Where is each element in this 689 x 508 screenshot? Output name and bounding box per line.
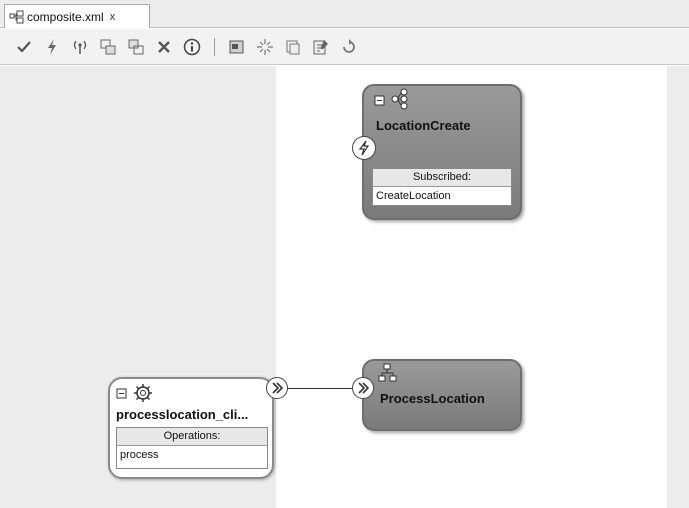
refresh-icon[interactable]	[339, 37, 359, 57]
subscribed-header: Subscribed:	[373, 169, 511, 187]
editor-tab-bar: composite.xml x	[0, 0, 689, 28]
subscribed-box: Subscribed: CreateLocation	[372, 168, 512, 206]
layout-icon[interactable]	[227, 37, 247, 57]
composite-toolbar	[0, 29, 689, 65]
process-location-title: ProcessLocation	[380, 391, 485, 406]
toolbar-separator	[214, 37, 215, 56]
event-subscription-port[interactable]	[352, 136, 376, 160]
composite-canvas[interactable]: LocationCreate Subscribed: CreateLocatio…	[0, 66, 689, 508]
tab-close-button[interactable]: x	[110, 11, 116, 23]
collapse-icon[interactable]	[116, 387, 128, 405]
location-create-title: LocationCreate	[376, 118, 471, 133]
operation-item[interactable]: process	[117, 446, 267, 464]
service-reference-port[interactable]	[266, 377, 288, 399]
process-service-port[interactable]	[352, 377, 374, 399]
wire-service-to-process[interactable]	[288, 388, 352, 389]
location-create-component[interactable]: LocationCreate Subscribed: CreateLocatio…	[362, 84, 522, 220]
sparkle-icon[interactable]	[255, 37, 275, 57]
tab-composite-xml[interactable]: composite.xml x	[4, 4, 150, 28]
service-title: processlocation_cli...	[116, 407, 249, 422]
service-gear-icon	[132, 382, 154, 409]
operations-header: Operations:	[117, 428, 267, 446]
validate-icon[interactable]	[14, 37, 34, 57]
add-component-icon[interactable]	[98, 37, 118, 57]
collapse-icon[interactable]	[374, 94, 386, 112]
bpel-process-icon	[378, 363, 400, 390]
remove-component-icon[interactable]	[126, 37, 146, 57]
mediator-icon	[390, 88, 414, 115]
tab-label: composite.xml	[27, 9, 104, 24]
edit-icon[interactable]	[311, 37, 331, 57]
subscribed-item[interactable]: CreateLocation	[373, 187, 511, 205]
info-icon[interactable]	[182, 37, 202, 57]
delete-icon[interactable]	[154, 37, 174, 57]
operations-box: Operations: process	[116, 427, 268, 469]
copy-icon[interactable]	[283, 37, 303, 57]
antenna-icon[interactable]	[70, 37, 90, 57]
lightning-icon[interactable]	[42, 37, 62, 57]
process-location-component[interactable]: ProcessLocation	[362, 359, 522, 431]
composite-file-icon	[9, 10, 25, 24]
processlocation-client-service[interactable]: processlocation_cli... Operations: proce…	[108, 377, 274, 479]
external-references-lane	[667, 66, 689, 508]
